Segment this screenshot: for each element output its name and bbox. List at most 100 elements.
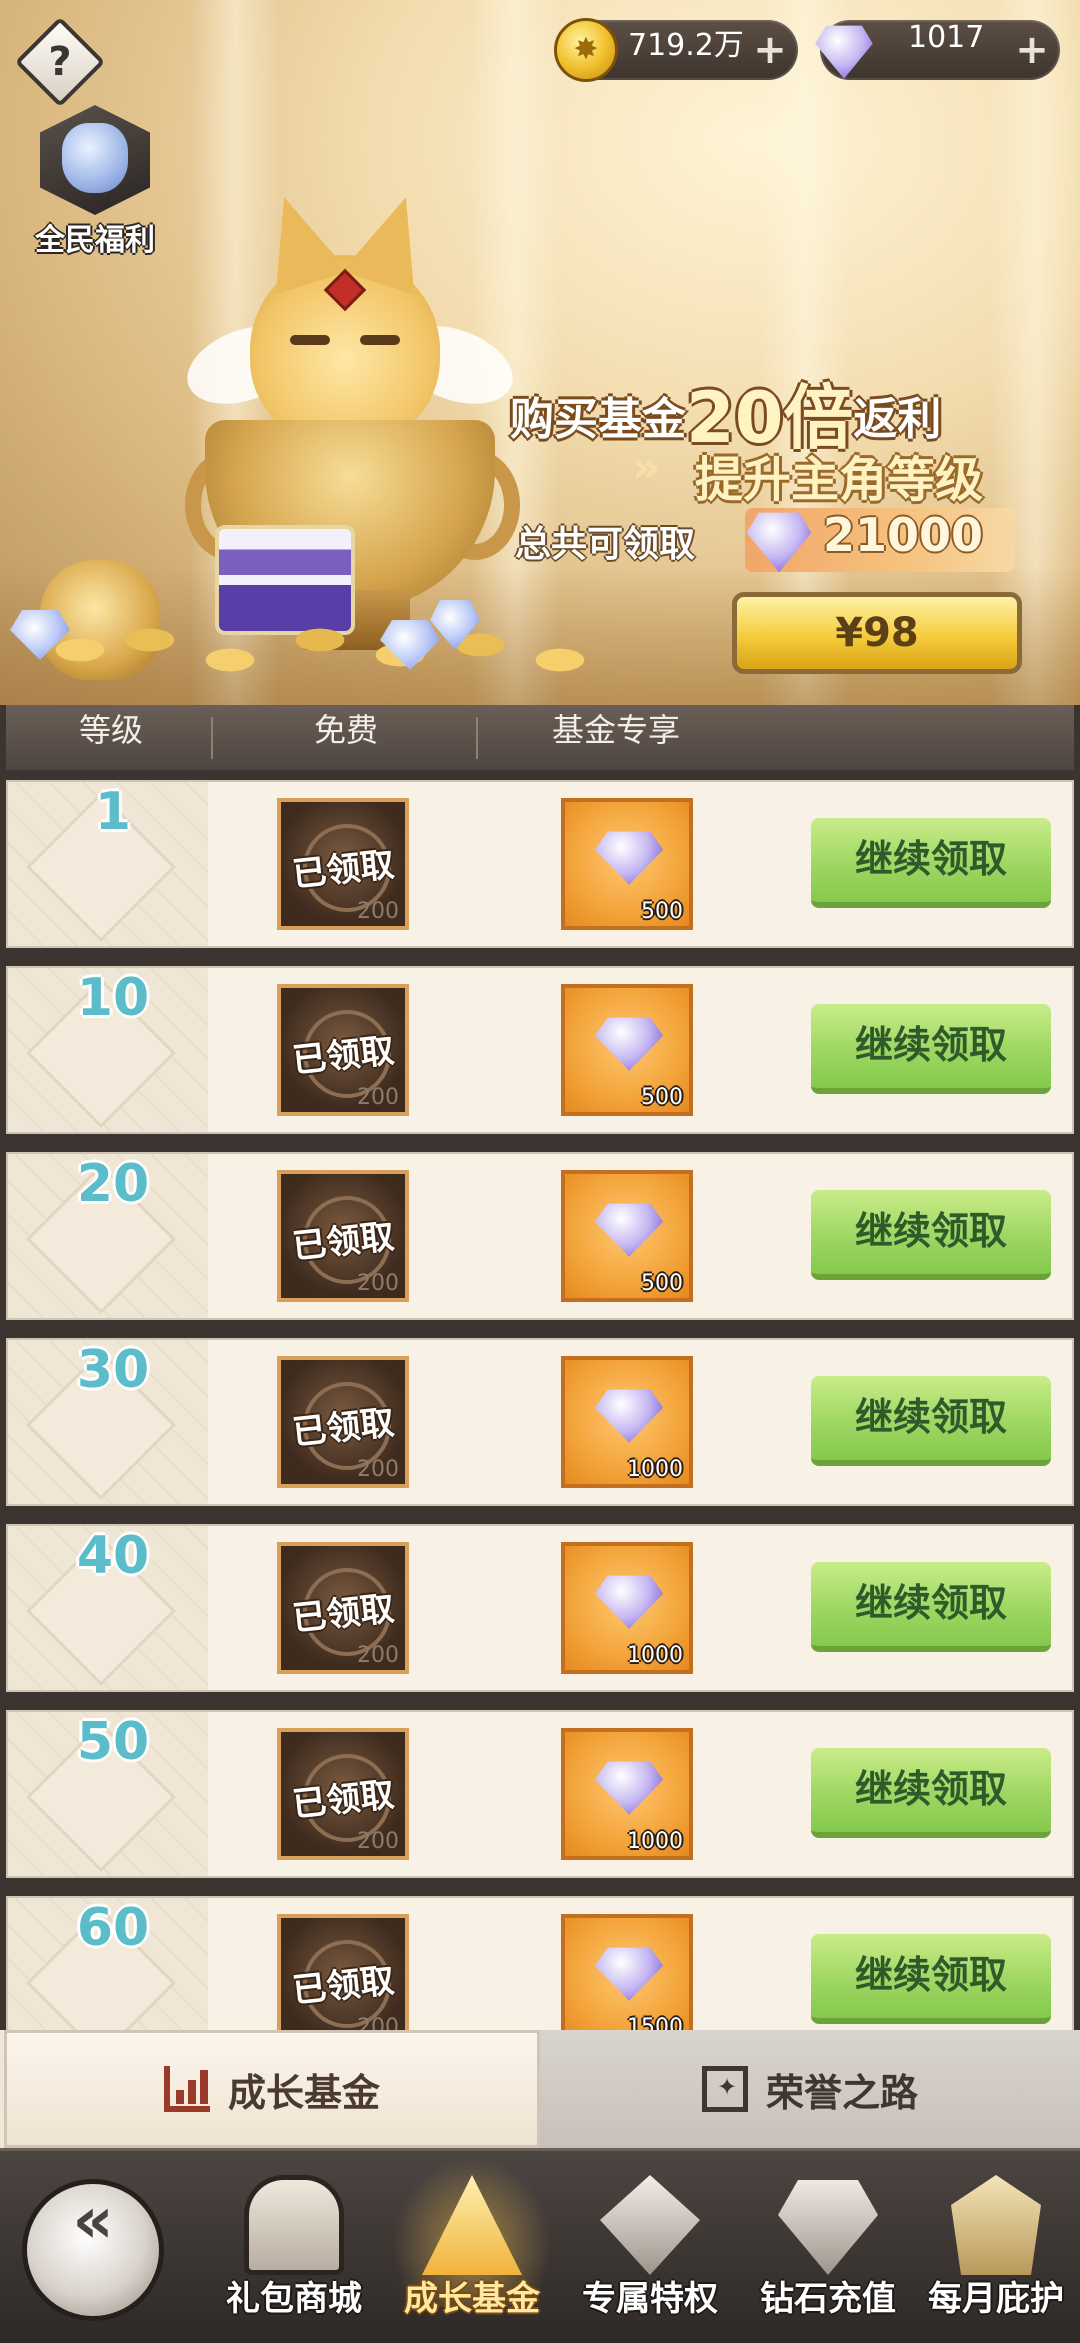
diamond-recharge-icon (778, 2180, 878, 2275)
continue-claim-button[interactable]: 继续领取 (811, 1190, 1051, 1280)
free-reward-item[interactable]: 已领取 200 (277, 1170, 409, 1302)
row-level: 10 (76, 968, 150, 1028)
fund-reward-qty: 1000 (627, 1457, 683, 1482)
nav-label: 专属特权 (582, 2279, 718, 2319)
fund-reward-item[interactable]: 500 (561, 798, 693, 930)
column-fund-exclusive: 基金专享 (551, 711, 680, 749)
fund-reward-item[interactable]: 1500 (561, 1914, 693, 2030)
diamond-pack-icon (594, 831, 664, 885)
nav-diamond-recharge[interactable]: 钻石充值 (744, 2151, 912, 2343)
bottom-nav: « 礼包商城 成长基金 专属特权 钻石充值 每月庇护 (0, 2148, 1080, 2343)
column-divider (211, 717, 213, 759)
fund-reward-item[interactable]: 1000 (561, 1728, 693, 1860)
gold-counter: 719.2万 + (554, 18, 798, 82)
tab-label: 荣誉之路 (765, 2070, 918, 2115)
free-reward-item[interactable]: 已领取 200 (277, 1356, 409, 1488)
claimed-stamp: 已领取 (290, 844, 397, 896)
reward-row: 10 已领取 200 500 继续领取 (6, 966, 1074, 1134)
diamond-amount: 1017 (908, 20, 985, 55)
claimed-stamp: 已领取 (290, 1588, 397, 1640)
total-claimable-value: 21000 (823, 508, 984, 562)
reward-list[interactable]: 1 已领取 200 500 继续领取 10 已领取 200 500 继续领取 2… (0, 770, 1080, 2030)
diamond-pack-icon (594, 1947, 664, 2001)
row-level: 30 (76, 1340, 150, 1400)
free-reward-item[interactable]: 已领取 200 (277, 1914, 409, 2030)
free-reward-qty: 200 (357, 1457, 399, 1482)
fund-reward-qty: 1000 (627, 1829, 683, 1854)
growth-chart-icon (163, 2066, 210, 2112)
column-level: 等级 (78, 711, 143, 749)
gold-coin-icon (554, 18, 618, 82)
tab-growth-fund[interactable]: 成长基金 (4, 2030, 540, 2148)
row-level: 60 (76, 1898, 150, 1958)
nav-label: 成长基金 (404, 2279, 540, 2319)
continue-claim-button[interactable]: 继续领取 (811, 818, 1051, 908)
tab-honor-road[interactable]: 荣誉之路 (540, 2030, 1080, 2148)
column-divider (476, 717, 478, 759)
row-level: 1 (94, 782, 132, 842)
welfare-gem-bag-icon (40, 105, 150, 215)
free-reward-qty: 200 (357, 1085, 399, 1110)
free-reward-item[interactable]: 已领取 200 (277, 798, 409, 930)
back-button[interactable]: « (22, 2179, 164, 2321)
free-reward-qty: 200 (357, 2015, 399, 2030)
fund-reward-qty: 500 (641, 1085, 683, 1110)
total-claimable-label: 总共可领取 (515, 524, 696, 565)
add-diamond-button[interactable]: + (1014, 30, 1050, 70)
total-claimable-box: 21000 (745, 508, 1015, 573)
diamond-pack-icon (594, 1575, 664, 1629)
question-icon: ? (48, 39, 72, 85)
reward-row: 1 已领取 200 500 继续领取 (6, 780, 1074, 948)
welfare-label: 全民福利 (35, 223, 155, 258)
privilege-icon (600, 2175, 700, 2275)
honor-road-icon (701, 2066, 748, 2112)
fund-reward-qty: 1000 (627, 1643, 683, 1668)
free-reward-item[interactable]: 已领取 200 (277, 984, 409, 1116)
add-gold-button[interactable]: + (752, 30, 788, 70)
fund-reward-item[interactable]: 500 (561, 1170, 693, 1302)
reward-row: 30 已领取 200 1000 继续领取 (6, 1338, 1074, 1506)
tab-label: 成长基金 (227, 2070, 380, 2115)
promo-headline-prefix: 购买基金 (510, 394, 686, 445)
claimed-stamp: 已领取 (290, 1774, 397, 1826)
promo-subheadline: 提升主角等级 (695, 452, 984, 508)
fund-reward-qty: 1500 (627, 2015, 683, 2030)
reward-row: 50 已领取 200 1000 继续领取 (6, 1710, 1074, 1878)
welfare-entry[interactable]: 全民福利 (28, 105, 168, 258)
nav-label: 每月庇护 (928, 2279, 1064, 2319)
free-reward-qty: 200 (357, 1829, 399, 1854)
promo-banner: ? 全民福利 719.2万 + 1017 + 购买基金20倍返利 » 提升主角等… (0, 0, 1080, 705)
fund-reward-item[interactable]: 1000 (561, 1356, 693, 1488)
diamond-pack-icon (594, 1761, 664, 1815)
row-level: 50 (76, 1712, 150, 1772)
continue-claim-button[interactable]: 继续领取 (811, 1748, 1051, 1838)
buy-fund-button[interactable]: ¥98 (732, 592, 1022, 674)
continue-claim-button[interactable]: 继续领取 (811, 1004, 1051, 1094)
free-reward-item[interactable]: 已领取 200 (277, 1542, 409, 1674)
claimed-stamp: 已领取 (290, 1960, 397, 2012)
row-level: 20 (76, 1154, 150, 1214)
nav-monthly-protection[interactable]: 每月庇护 (912, 2151, 1080, 2343)
reward-row: 20 已领取 200 500 继续领取 (6, 1152, 1074, 1320)
fund-reward-item[interactable]: 500 (561, 984, 693, 1116)
nav-exclusive-privilege[interactable]: 专属特权 (566, 2151, 734, 2343)
sub-tab-bar: 成长基金 荣誉之路 (0, 2030, 1080, 2148)
continue-claim-button[interactable]: 继续领取 (811, 1934, 1051, 2024)
fund-reward-item[interactable]: 1000 (561, 1542, 693, 1674)
reward-row: 60 已领取 200 1500 继续领取 (6, 1896, 1074, 2030)
free-reward-item[interactable]: 已领取 200 (277, 1728, 409, 1860)
diamond-pack-icon (594, 1389, 664, 1443)
nav-gift-shop[interactable]: 礼包商城 (210, 2151, 378, 2343)
help-button[interactable]: ? (14, 16, 106, 108)
double-chevron-icon: » (632, 442, 661, 493)
diamond-icon (746, 512, 812, 573)
coin-pile-image (0, 600, 640, 690)
continue-claim-button[interactable]: 继续领取 (811, 1562, 1051, 1652)
nav-label: 钻石充值 (760, 2279, 896, 2319)
free-reward-qty: 200 (357, 1643, 399, 1668)
monthly-protection-icon (951, 2175, 1041, 2275)
claimed-stamp: 已领取 (290, 1216, 397, 1268)
nav-growth-fund[interactable]: 成长基金 (388, 2151, 556, 2343)
continue-claim-button[interactable]: 继续领取 (811, 1376, 1051, 1466)
diamond-pack-icon (594, 1203, 664, 1257)
